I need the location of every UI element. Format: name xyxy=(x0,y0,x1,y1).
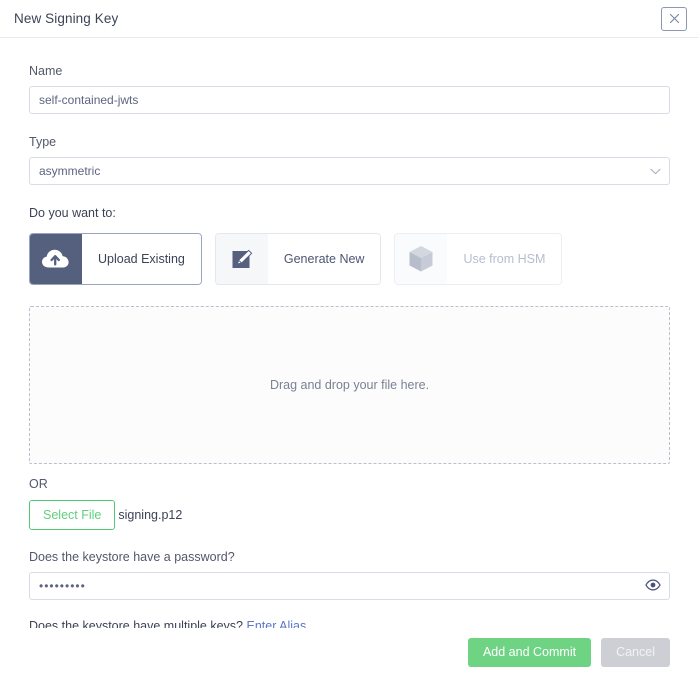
option-upload-existing[interactable]: Upload Existing xyxy=(29,233,202,285)
option-use-from-hsm-label: Use from HSM xyxy=(447,234,561,284)
cube-icon xyxy=(395,234,447,284)
action-prompt-label: Do you want to: xyxy=(29,206,670,221)
dropzone-text: Drag and drop your file here. xyxy=(270,378,429,392)
option-use-from-hsm: Use from HSM xyxy=(394,233,562,285)
dialog-header: New Signing Key xyxy=(0,0,699,38)
new-signing-key-dialog: New Signing Key Name Type xyxy=(0,0,699,690)
type-select[interactable] xyxy=(29,157,670,185)
close-button[interactable] xyxy=(661,7,687,31)
close-icon xyxy=(669,13,680,24)
password-label: Does the keystore have a password? xyxy=(29,550,670,565)
select-file-button[interactable]: Select File xyxy=(29,500,115,530)
select-file-row: Select File signing.p12 xyxy=(29,500,670,530)
password-field-group: Does the keystore have a password? xyxy=(29,550,670,600)
selected-file-name: signing.p12 xyxy=(118,508,182,522)
type-label: Type xyxy=(29,135,670,150)
toggle-password-visibility-button[interactable] xyxy=(643,577,663,596)
name-field-group: Name xyxy=(29,64,670,114)
name-label: Name xyxy=(29,64,670,79)
cancel-button[interactable]: Cancel xyxy=(601,638,670,667)
option-generate-new-label: Generate New xyxy=(268,234,381,284)
dialog-footer: Add and Commit Cancel xyxy=(0,628,699,690)
dialog-body: Name Type Do you want to: xyxy=(0,38,699,690)
eye-icon xyxy=(645,579,661,594)
dialog-title: New Signing Key xyxy=(14,11,661,26)
option-generate-new[interactable]: Generate New xyxy=(215,233,382,285)
add-and-commit-button[interactable]: Add and Commit xyxy=(468,638,591,667)
or-label: OR xyxy=(29,477,670,492)
password-input-wrapper xyxy=(29,572,670,600)
pencil-square-icon xyxy=(216,234,268,284)
cloud-upload-icon xyxy=(30,234,82,284)
type-field-group: Type xyxy=(29,135,670,185)
password-input[interactable] xyxy=(29,572,670,600)
type-select-wrapper xyxy=(29,157,670,185)
name-input[interactable] xyxy=(29,86,670,114)
action-options-row: Upload Existing Generate New xyxy=(29,233,670,285)
option-upload-existing-label: Upload Existing xyxy=(82,234,201,284)
file-dropzone[interactable]: Drag and drop your file here. xyxy=(29,306,670,464)
